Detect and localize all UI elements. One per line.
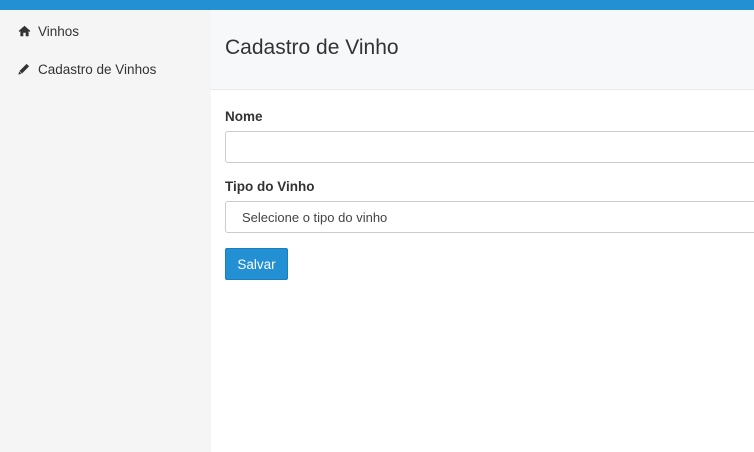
name-input[interactable] [225, 131, 754, 163]
pencil-icon [18, 63, 31, 76]
name-label: Nome [225, 109, 263, 124]
wine-type-select[interactable]: Selecione o tipo do vinho [225, 201, 754, 233]
sidebar-item-cadastro-de-vinhos[interactable]: Cadastro de Vinhos [0, 50, 211, 88]
sidebar-item-label: Cadastro de Vinhos [38, 61, 157, 77]
top-accent-bar [0, 0, 754, 10]
sidebar-item-vinhos[interactable]: Vinhos [0, 12, 211, 50]
save-button[interactable]: Salvar [225, 248, 288, 280]
page-header: Cadastro de Vinho [211, 10, 754, 90]
wine-type-selected-value: Selecione o tipo do vinho [242, 209, 388, 225]
home-icon [18, 25, 31, 38]
sidebar-item-label: Vinhos [38, 23, 80, 39]
page-title: Cadastro de Vinho [225, 36, 399, 59]
sidebar: Vinhos Cadastro de Vinhos [0, 10, 211, 452]
form-area: Nome Tipo do Vinho Selecione o tipo do v… [211, 90, 754, 452]
wine-type-label: Tipo do Vinho [225, 179, 315, 194]
